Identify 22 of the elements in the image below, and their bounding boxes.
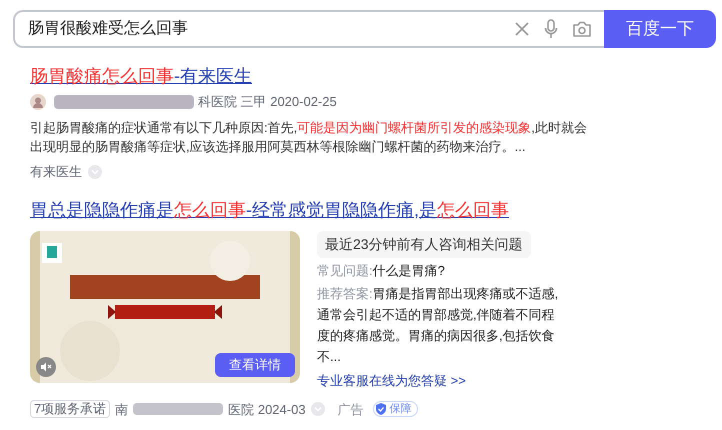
result-snippet: 引起肠胃酸痛的症状通常有以下几种原因:首先,可能是因为幽门螺杆菌所引发的感染现象,此时就会出现明显的肠胃酸痛等症状,应该选择服用阿莫西林等根除幽门螺杆菌的药物来治疗。...: [30, 119, 588, 156]
search-input[interactable]: 肠胃很酸难受怎么回事: [28, 17, 514, 41]
qa-text: 推荐答案:胃痛是指胃部出现疼痛或不适感,通常会引起不适的胃部感觉,伴随着不同程度的疼痛感觉。胃痛的病因很多,包括饮食不...: [317, 284, 560, 366]
camera-icon[interactable]: [572, 20, 592, 38]
search-button[interactable]: 百度一下: [604, 10, 716, 48]
details-button[interactable]: 查看详情: [215, 352, 295, 376]
microphone-icon[interactable]: [544, 19, 558, 39]
close-icon[interactable]: [514, 21, 530, 37]
ad-source-name: 南: [115, 400, 128, 418]
result-source: 科医院 三甲 2020-02-25: [198, 93, 337, 112]
service-badge: 7项服务承诺: [30, 400, 110, 418]
ad-source-date: 医院 2024-03: [228, 400, 306, 418]
search-field[interactable]: 肠胃很酸难受怎么回事: [13, 10, 604, 48]
avatar-icon: [30, 94, 46, 110]
qa-text: 常见问题:什么是胃痛?: [317, 262, 446, 280]
result-title-link[interactable]: 肠胃酸痛怎么回事-有来医生: [30, 64, 252, 88]
guarantee-badge: 保障: [372, 401, 418, 418]
mute-icon[interactable]: [36, 356, 56, 376]
ad-label: 广告: [338, 400, 364, 418]
service-link[interactable]: 专业客服在线为您答疑 >>: [317, 370, 466, 390]
site-name[interactable]: 有来医生: [30, 162, 82, 182]
consult-notice: 最近23分钟前有人咨询相关问题: [317, 230, 531, 258]
